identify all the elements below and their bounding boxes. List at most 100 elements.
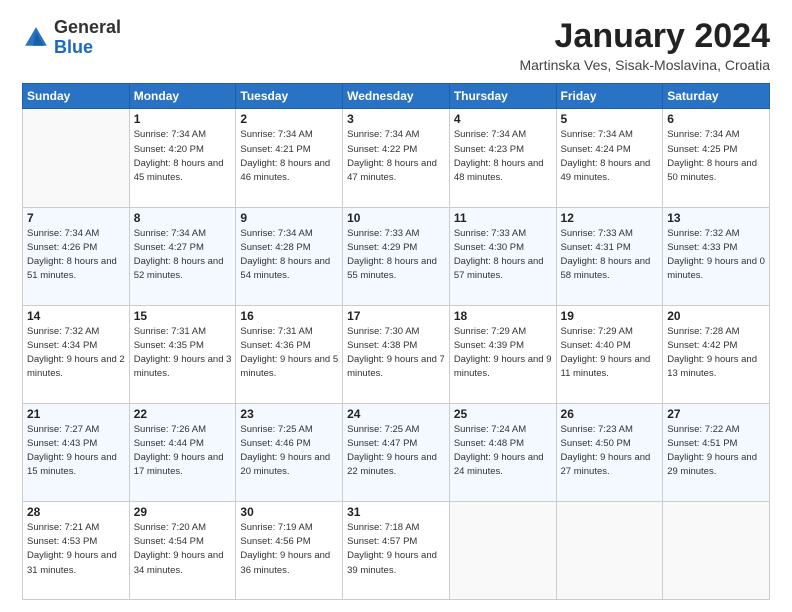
calendar-week-row: 28Sunrise: 7:21 AMSunset: 4:53 PMDayligh… xyxy=(23,501,770,599)
day-info: Sunrise: 7:34 AMSunset: 4:26 PMDaylight:… xyxy=(27,227,125,284)
day-number: 7 xyxy=(27,211,125,225)
day-number: 9 xyxy=(240,211,338,225)
table-row: 12Sunrise: 7:33 AMSunset: 4:31 PMDayligh… xyxy=(556,207,663,305)
page: General Blue January 2024 Martinska Ves,… xyxy=(0,0,792,612)
table-row: 16Sunrise: 7:31 AMSunset: 4:36 PMDayligh… xyxy=(236,305,343,403)
day-info: Sunrise: 7:34 AMSunset: 4:22 PMDaylight:… xyxy=(347,128,445,185)
sunset-text: Sunset: 4:38 PM xyxy=(347,340,417,351)
sunset-text: Sunset: 4:57 PM xyxy=(347,536,417,547)
sunrise-text: Sunrise: 7:18 AM xyxy=(347,522,419,533)
table-row: 24Sunrise: 7:25 AMSunset: 4:47 PMDayligh… xyxy=(343,403,450,501)
day-info: Sunrise: 7:19 AMSunset: 4:56 PMDaylight:… xyxy=(240,521,338,578)
day-info: Sunrise: 7:34 AM Sunset: 4:28 PM Daylight:… xyxy=(240,227,338,284)
daylight-text: Daylight: 8 hours and 52 minutes. xyxy=(134,256,224,281)
sunrise-text: Sunrise: 7:33 AM xyxy=(561,228,633,239)
sunrise-text: Sunrise: 7:28 AM xyxy=(667,326,739,337)
day-info: Sunrise: 7:27 AMSunset: 4:43 PMDaylight:… xyxy=(27,423,125,480)
table-row: 2Sunrise: 7:34 AMSunset: 4:21 PMDaylight… xyxy=(236,109,343,207)
col-sunday: Sunday xyxy=(23,84,130,109)
sunrise-text: Sunrise: 7:34 AM xyxy=(240,129,312,140)
table-row: 5Sunrise: 7:34 AMSunset: 4:24 PMDaylight… xyxy=(556,109,663,207)
day-info: Sunrise: 7:20 AMSunset: 4:54 PMDaylight:… xyxy=(134,521,232,578)
sunset-text: Sunset: 4:25 PM xyxy=(667,144,737,155)
daylight-text: Daylight: 8 hours and 47 minutes. xyxy=(347,158,437,183)
day-number: 25 xyxy=(454,407,552,421)
daylight-text: Daylight: 8 hours and 54 minutes. xyxy=(240,256,330,281)
table-row: 11Sunrise: 7:33 AMSunset: 4:30 PMDayligh… xyxy=(449,207,556,305)
day-info: Sunrise: 7:24 AMSunset: 4:48 PMDaylight:… xyxy=(454,423,552,480)
sunset-text: Sunset: 4:33 PM xyxy=(667,242,737,253)
sunset-text: Sunset: 4:50 PM xyxy=(561,438,631,449)
day-info: Sunrise: 7:29 AMSunset: 4:40 PMDaylight:… xyxy=(561,325,659,382)
col-tuesday: Tuesday xyxy=(236,84,343,109)
day-info: Sunrise: 7:33 AMSunset: 4:30 PMDaylight:… xyxy=(454,227,552,284)
sunrise-text: Sunrise: 7:34 AM xyxy=(240,228,312,239)
table-row: 26Sunrise: 7:23 AMSunset: 4:50 PMDayligh… xyxy=(556,403,663,501)
logo-icon xyxy=(22,24,50,52)
sunset-text: Sunset: 4:43 PM xyxy=(27,438,97,449)
daylight-text: Daylight: 9 hours and 13 minutes. xyxy=(667,354,757,379)
daylight-text: Daylight: 8 hours and 48 minutes. xyxy=(454,158,544,183)
daylight-text: Daylight: 8 hours and 57 minutes. xyxy=(454,256,544,281)
header: General Blue January 2024 Martinska Ves,… xyxy=(22,18,770,73)
table-row xyxy=(663,501,770,599)
sunset-text: Sunset: 4:24 PM xyxy=(561,144,631,155)
daylight-text: Daylight: 9 hours and 7 minutes. xyxy=(347,354,445,379)
day-number: 17 xyxy=(347,309,445,323)
sunrise-text: Sunrise: 7:19 AM xyxy=(240,522,312,533)
sunset-text: Sunset: 4:28 PM xyxy=(240,242,310,253)
table-row: 8Sunrise: 7:34 AMSunset: 4:27 PMDaylight… xyxy=(129,207,236,305)
day-number: 8 xyxy=(134,211,232,225)
sunset-text: Sunset: 4:29 PM xyxy=(347,242,417,253)
location: Martinska Ves, Sisak-Moslavina, Croatia xyxy=(519,57,770,73)
logo-blue-text: Blue xyxy=(54,37,93,57)
sunset-text: Sunset: 4:46 PM xyxy=(240,438,310,449)
table-row: 6Sunrise: 7:34 AMSunset: 4:25 PMDaylight… xyxy=(663,109,770,207)
day-number: 16 xyxy=(240,309,338,323)
table-row: 9 Sunrise: 7:34 AM Sunset: 4:28 PM Daylight… xyxy=(236,207,343,305)
calendar-week-row: 7Sunrise: 7:34 AMSunset: 4:26 PMDaylight… xyxy=(23,207,770,305)
calendar-week-row: 14Sunrise: 7:32 AMSunset: 4:34 PMDayligh… xyxy=(23,305,770,403)
table-row: 21Sunrise: 7:27 AMSunset: 4:43 PMDayligh… xyxy=(23,403,130,501)
col-saturday: Saturday xyxy=(663,84,770,109)
table-row: 23Sunrise: 7:25 AMSunset: 4:46 PMDayligh… xyxy=(236,403,343,501)
calendar-week-row: 1Sunrise: 7:34 AMSunset: 4:20 PMDaylight… xyxy=(23,109,770,207)
daylight-text: Daylight: 9 hours and 11 minutes. xyxy=(561,354,651,379)
table-row: 18Sunrise: 7:29 AMSunset: 4:39 PMDayligh… xyxy=(449,305,556,403)
day-number: 31 xyxy=(347,505,445,519)
table-row: 20Sunrise: 7:28 AMSunset: 4:42 PMDayligh… xyxy=(663,305,770,403)
table-row: 29Sunrise: 7:20 AMSunset: 4:54 PMDayligh… xyxy=(129,501,236,599)
day-number: 23 xyxy=(240,407,338,421)
day-number: 30 xyxy=(240,505,338,519)
table-row: 31Sunrise: 7:18 AMSunset: 4:57 PMDayligh… xyxy=(343,501,450,599)
col-friday: Friday xyxy=(556,84,663,109)
day-info: Sunrise: 7:31 AMSunset: 4:35 PMDaylight:… xyxy=(134,325,232,382)
daylight-text: Daylight: 9 hours and 17 minutes. xyxy=(134,452,224,477)
sunset-text: Sunset: 4:48 PM xyxy=(454,438,524,449)
day-number: 20 xyxy=(667,309,765,323)
day-number: 15 xyxy=(134,309,232,323)
sunrise-text: Sunrise: 7:29 AM xyxy=(454,326,526,337)
table-row xyxy=(556,501,663,599)
daylight-text: Daylight: 8 hours and 45 minutes. xyxy=(134,158,224,183)
table-row: 14Sunrise: 7:32 AMSunset: 4:34 PMDayligh… xyxy=(23,305,130,403)
sunset-text: Sunset: 4:54 PM xyxy=(134,536,204,547)
sunset-text: Sunset: 4:26 PM xyxy=(27,242,97,253)
table-row: 22Sunrise: 7:26 AMSunset: 4:44 PMDayligh… xyxy=(129,403,236,501)
sunset-text: Sunset: 4:20 PM xyxy=(134,144,204,155)
day-number: 22 xyxy=(134,407,232,421)
day-info: Sunrise: 7:23 AM Sunset: 4:50 PM Daylight:… xyxy=(561,423,659,480)
sunrise-text: Sunrise: 7:20 AM xyxy=(134,522,206,533)
day-number: 28 xyxy=(27,505,125,519)
day-number: 12 xyxy=(561,211,659,225)
daylight-text: Daylight: 9 hours and 27 minutes. xyxy=(561,452,651,477)
sunrise-text: Sunrise: 7:32 AM xyxy=(667,228,739,239)
daylight-text: Daylight: 9 hours and 20 minutes. xyxy=(240,452,330,477)
table-row: 27Sunrise: 7:22 AMSunset: 4:51 PMDayligh… xyxy=(663,403,770,501)
table-row: 17Sunrise: 7:30 AMSunset: 4:38 PMDayligh… xyxy=(343,305,450,403)
day-number: 2 xyxy=(240,112,338,126)
daylight-text: Daylight: 8 hours and 46 minutes. xyxy=(240,158,330,183)
daylight-text: Daylight: 8 hours and 50 minutes. xyxy=(667,158,757,183)
table-row: 3Sunrise: 7:34 AMSunset: 4:22 PMDaylight… xyxy=(343,109,450,207)
sunrise-text: Sunrise: 7:23 AM xyxy=(561,424,633,435)
